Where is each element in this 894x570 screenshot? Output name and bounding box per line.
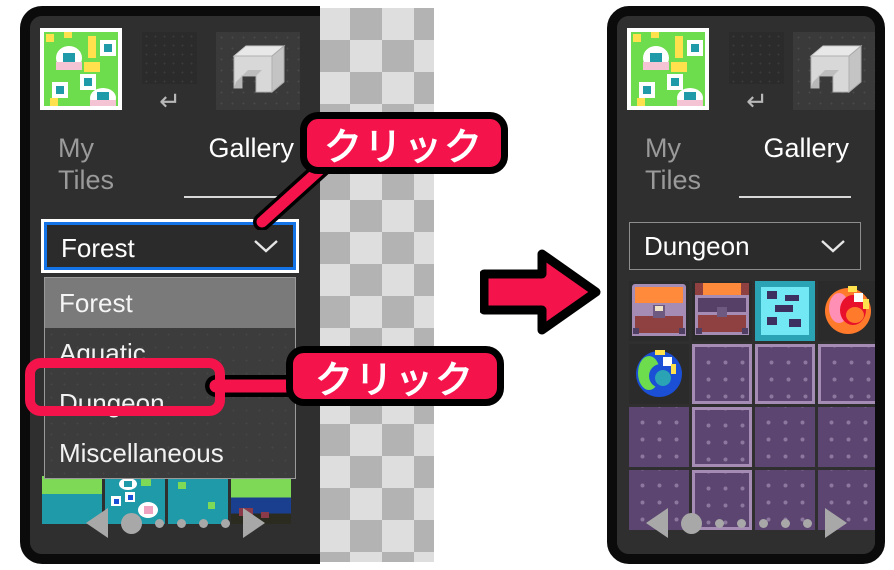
tab-gallery[interactable]: Gallery xyxy=(763,132,849,164)
pager-left xyxy=(30,506,320,540)
tile-picker-panel-after: ↵ My Tiles Gallery Dungeon xyxy=(607,6,885,564)
pager-dot[interactable] xyxy=(154,518,164,528)
dungeon-floor-tile[interactable] xyxy=(755,407,815,467)
pager-next-arrow[interactable] xyxy=(242,508,265,538)
fire-orb-tile[interactable] xyxy=(818,281,875,341)
dungeon-floor-tile[interactable] xyxy=(692,407,752,467)
empty-tile-slot[interactable] xyxy=(729,32,784,84)
pager-dot-active[interactable] xyxy=(120,512,142,534)
pager-dot[interactable] xyxy=(802,518,812,528)
screenshot-root: ↵ My Tiles Gallery Forest Forest Aquatic… xyxy=(0,0,894,570)
tile-grid-right xyxy=(629,281,875,530)
enter-return-icon[interactable]: ↵ xyxy=(148,88,192,116)
3d-box-icon[interactable] xyxy=(216,32,300,110)
highlight-ring-dungeon xyxy=(25,358,225,416)
tile-preview-forest[interactable] xyxy=(40,28,122,110)
empty-tile-slot[interactable] xyxy=(142,32,197,84)
tile-picker-panel-before: ↵ My Tiles Gallery Forest Forest Aquatic… xyxy=(20,6,320,564)
chevron-down-icon xyxy=(253,239,279,253)
callout-click-1: クリック xyxy=(300,112,508,174)
toolbar-left: ↵ xyxy=(30,16,320,120)
pager-prev-arrow[interactable] xyxy=(85,508,108,538)
category-select-right[interactable]: Dungeon xyxy=(629,222,861,270)
pager-prev-arrow[interactable] xyxy=(645,508,668,538)
pager-dot[interactable] xyxy=(198,518,208,528)
3d-box-icon[interactable] xyxy=(793,32,875,110)
dungeon-floor-tile[interactable] xyxy=(818,407,875,467)
water-swirl-tile[interactable] xyxy=(755,281,815,341)
pager-next-arrow[interactable] xyxy=(824,508,847,538)
dropdown-option-forest[interactable]: Forest xyxy=(45,278,295,328)
pager-dot[interactable] xyxy=(758,518,768,528)
dungeon-floor-tile[interactable] xyxy=(629,407,689,467)
pager-dot[interactable] xyxy=(220,518,230,528)
tab-my-tiles[interactable]: My Tiles xyxy=(58,132,154,196)
earth-orb-tile[interactable] xyxy=(629,344,689,404)
tile-preview-forest[interactable] xyxy=(627,28,709,110)
pager-dot[interactable] xyxy=(176,518,186,528)
chevron-down-icon xyxy=(820,239,846,253)
chest-closed-tile[interactable] xyxy=(629,281,689,341)
pager-dot-active[interactable] xyxy=(680,512,702,534)
category-select-value-right: Dungeon xyxy=(644,231,750,261)
pager-dot[interactable] xyxy=(714,518,724,528)
category-select-value-left: Forest xyxy=(61,233,135,263)
toolbar-right: ↵ xyxy=(617,16,875,120)
pager-right xyxy=(617,506,875,540)
callout-click-2: クリック xyxy=(286,346,504,406)
dungeon-floor-tile[interactable] xyxy=(755,344,815,404)
dungeon-floor-tile[interactable] xyxy=(818,344,875,404)
tab-my-tiles[interactable]: My Tiles xyxy=(645,132,741,196)
enter-return-icon[interactable]: ↵ xyxy=(735,88,779,116)
tab-active-underline xyxy=(739,196,851,198)
step-flow-arrow xyxy=(480,249,601,335)
pager-dot[interactable] xyxy=(736,518,746,528)
chest-open-tile[interactable] xyxy=(692,281,752,341)
dropdown-option-miscellaneous[interactable]: Miscellaneous xyxy=(45,428,295,478)
transparent-canvas-checkerboard xyxy=(318,8,434,562)
pager-dot[interactable] xyxy=(780,518,790,528)
dungeon-floor-tile[interactable] xyxy=(692,344,752,404)
tabs-right: My Tiles Gallery xyxy=(617,120,875,210)
